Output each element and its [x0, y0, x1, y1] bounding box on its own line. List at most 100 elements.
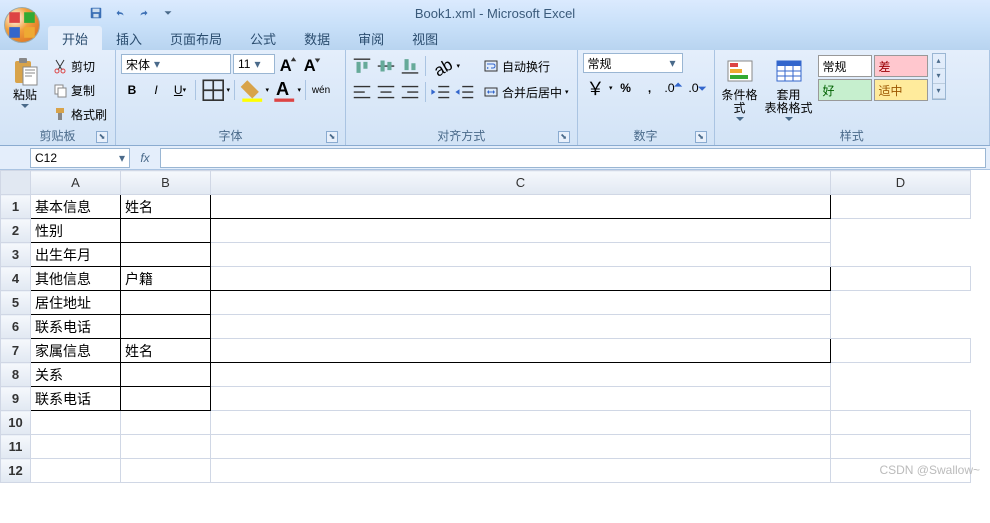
cell-B4[interactable]: 户籍: [121, 267, 211, 291]
cell-D9[interactable]: [211, 387, 831, 411]
cell-A12[interactable]: [31, 459, 121, 483]
cell-C11[interactable]: [211, 435, 831, 459]
cell-D8[interactable]: [211, 363, 831, 387]
cell-C1[interactable]: [211, 195, 831, 219]
align-middle-icon[interactable]: [375, 55, 397, 77]
cell-C3[interactable]: [121, 243, 211, 267]
row-header-6[interactable]: 6: [1, 315, 31, 339]
phonetic-icon[interactable]: wén: [310, 79, 332, 101]
copy-button[interactable]: 复制: [49, 79, 110, 101]
row-header-1[interactable]: 1: [1, 195, 31, 219]
cell-A11[interactable]: [31, 435, 121, 459]
cut-button[interactable]: 剪切: [49, 55, 110, 77]
redo-icon[interactable]: [134, 3, 154, 23]
percent-icon[interactable]: %: [615, 77, 637, 99]
wrap-text-button[interactable]: 自动换行: [480, 55, 572, 77]
cell-D7[interactable]: [831, 339, 971, 363]
font-size-combo[interactable]: 11▾: [233, 54, 275, 74]
cell-B11[interactable]: [121, 435, 211, 459]
office-button[interactable]: [4, 7, 40, 43]
undo-icon[interactable]: [110, 3, 130, 23]
cell-C9[interactable]: [121, 387, 211, 411]
align-bottom-icon[interactable]: [399, 55, 421, 77]
comma-icon[interactable]: ,: [639, 77, 661, 99]
col-header-B[interactable]: B: [121, 171, 211, 195]
cell-A7[interactable]: 家属信息: [31, 339, 121, 363]
cell-A10[interactable]: [31, 411, 121, 435]
underline-icon[interactable]: U▾: [169, 79, 191, 101]
currency-icon[interactable]: ￥▾: [583, 77, 613, 99]
row-header-2[interactable]: 2: [1, 219, 31, 243]
row-header-8[interactable]: 8: [1, 363, 31, 387]
font-color-icon[interactable]: A▾: [271, 79, 301, 101]
number-launcher[interactable]: ⬊: [695, 131, 707, 143]
cell-A4[interactable]: 其他信息: [31, 267, 121, 291]
clipboard-launcher[interactable]: ⬊: [96, 131, 108, 143]
tab-insert[interactable]: 插入: [102, 26, 156, 50]
cell-D6[interactable]: [211, 315, 831, 339]
tab-view[interactable]: 视图: [398, 26, 452, 50]
tab-pagelayout[interactable]: 页面布局: [156, 26, 236, 50]
row-header-4[interactable]: 4: [1, 267, 31, 291]
qat-dropdown-icon[interactable]: [158, 3, 178, 23]
tab-data[interactable]: 数据: [290, 26, 344, 50]
style-bad[interactable]: 差: [874, 55, 928, 77]
style-good[interactable]: 好: [818, 79, 872, 101]
orientation-icon[interactable]: ab▾: [430, 55, 460, 77]
grow-font-icon[interactable]: A: [277, 53, 299, 75]
cell-B5[interactable]: 居住地址: [31, 291, 121, 315]
cell-D4[interactable]: [831, 267, 971, 291]
cell-C5[interactable]: [121, 291, 211, 315]
style-normal[interactable]: 常规: [818, 55, 872, 77]
bold-icon[interactable]: B: [121, 79, 143, 101]
row-header-10[interactable]: 10: [1, 411, 31, 435]
cell-D11[interactable]: [831, 435, 971, 459]
decrease-decimal-icon[interactable]: .0: [687, 77, 709, 99]
italic-icon[interactable]: I: [145, 79, 167, 101]
cell-B7[interactable]: 姓名: [121, 339, 211, 363]
cell-C4[interactable]: [211, 267, 831, 291]
align-top-icon[interactable]: [351, 55, 373, 77]
row-header-5[interactable]: 5: [1, 291, 31, 315]
indent-decrease-icon[interactable]: [430, 81, 452, 103]
col-header-A[interactable]: A: [31, 171, 121, 195]
cell-C7[interactable]: [211, 339, 831, 363]
tab-formulas[interactable]: 公式: [236, 26, 290, 50]
col-header-C[interactable]: C: [211, 171, 831, 195]
shrink-font-icon[interactable]: A: [301, 53, 323, 75]
save-icon[interactable]: [86, 3, 106, 23]
cell-C8[interactable]: [121, 363, 211, 387]
cell-B10[interactable]: [121, 411, 211, 435]
align-center-icon[interactable]: [375, 81, 397, 103]
merge-center-button[interactable]: 合并后居中▾: [480, 81, 572, 103]
cell-C10[interactable]: [211, 411, 831, 435]
cell-C6[interactable]: [121, 315, 211, 339]
cell-D10[interactable]: [831, 411, 971, 435]
format-painter-button[interactable]: 格式刷: [49, 103, 110, 125]
fx-button[interactable]: fx: [136, 149, 154, 167]
tab-review[interactable]: 审阅: [344, 26, 398, 50]
align-left-icon[interactable]: [351, 81, 373, 103]
cell-B6[interactable]: 联系电话: [31, 315, 121, 339]
row-header-9[interactable]: 9: [1, 387, 31, 411]
style-neutral[interactable]: 适中: [874, 79, 928, 101]
font-launcher[interactable]: ⬊: [326, 131, 338, 143]
number-format-combo[interactable]: 常规▾: [583, 53, 683, 73]
alignment-launcher[interactable]: ⬊: [558, 131, 570, 143]
name-box[interactable]: C12▾: [30, 148, 130, 168]
cell-A1[interactable]: 基本信息: [31, 195, 121, 219]
worksheet-grid[interactable]: ABCD1基本信息姓名2性别3出生年月4其他信息户籍5居住地址6联系电话7家属信…: [0, 170, 990, 483]
cell-D5[interactable]: [211, 291, 831, 315]
row-header-3[interactable]: 3: [1, 243, 31, 267]
conditional-format-button[interactable]: 条件格式: [720, 53, 760, 123]
formula-input[interactable]: [160, 148, 986, 168]
cell-B2[interactable]: 性别: [31, 219, 121, 243]
tab-home[interactable]: 开始: [48, 26, 102, 50]
fill-color-icon[interactable]: ▾: [239, 79, 269, 101]
cell-B8[interactable]: 关系: [31, 363, 121, 387]
border-icon[interactable]: ▾: [200, 79, 230, 101]
cell-D1[interactable]: [831, 195, 971, 219]
increase-decimal-icon[interactable]: .0: [663, 77, 685, 99]
indent-increase-icon[interactable]: [454, 81, 476, 103]
row-header-12[interactable]: 12: [1, 459, 31, 483]
